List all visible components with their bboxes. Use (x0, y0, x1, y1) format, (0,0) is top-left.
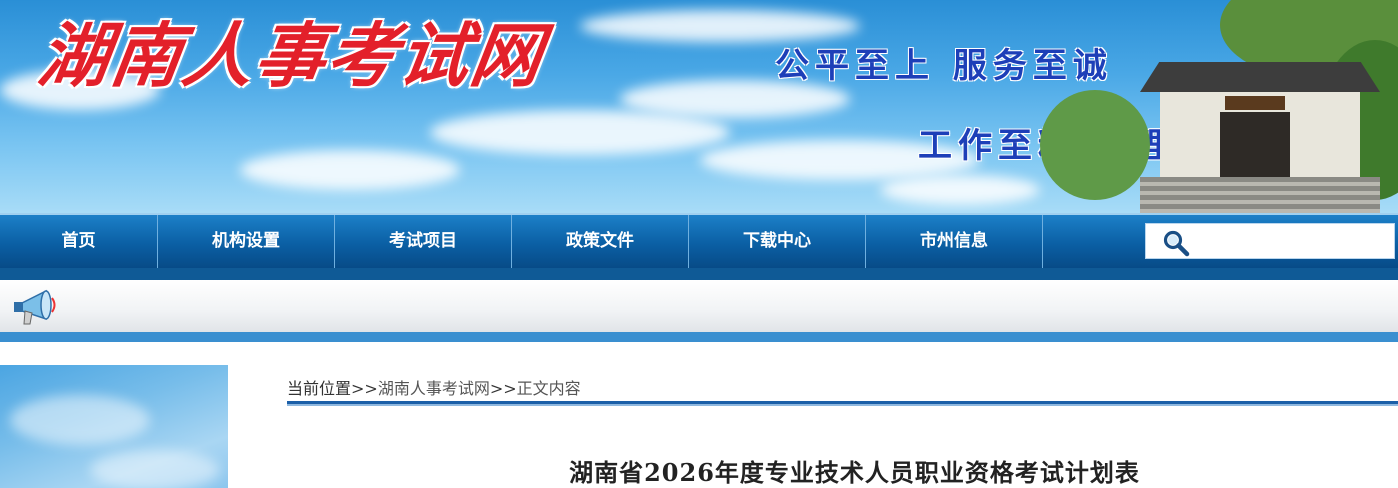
breadcrumb-current: 正文内容 (516, 379, 581, 398)
building-roof (1140, 62, 1380, 92)
notice-bar (0, 280, 1398, 332)
tree (1040, 90, 1150, 200)
search-icon[interactable] (1162, 229, 1190, 257)
nav-bottom-stripe (0, 268, 1398, 280)
building-gate (1220, 112, 1290, 177)
nav-item-policies[interactable]: 政策文件 (512, 215, 689, 268)
sidebar-image (0, 365, 228, 488)
cloud (10, 395, 150, 445)
building-illustration (1040, 0, 1398, 213)
divider-bar (0, 332, 1398, 342)
cloud (90, 450, 220, 488)
article-title: 湖南省2026年度专业技术人员职业资格考试计划表 (569, 458, 1140, 487)
megaphone-icon (14, 289, 56, 325)
breadcrumb-rule (287, 401, 1398, 406)
search-input[interactable] (1198, 226, 1392, 258)
breadcrumb-prefix: 当前位置 (287, 379, 352, 398)
nav-item-home[interactable]: 首页 (0, 215, 158, 268)
search-box (1145, 223, 1395, 259)
site-logo-title[interactable]: 湖南人事考试网 (33, 0, 551, 101)
cloud (240, 150, 460, 190)
building-plaque (1225, 96, 1285, 110)
nav-item-downloads[interactable]: 下载中心 (689, 215, 866, 268)
site-banner: 湖南人事考试网 公平至上 服务至诚 工作至精 管理至严 (0, 0, 1398, 213)
cloud (880, 175, 1040, 205)
nav-item-exams[interactable]: 考试项目 (335, 215, 512, 268)
breadcrumb: 当前位置>>湖南人事考试网>>正文内容 (287, 375, 581, 399)
breadcrumb-separator: >> (351, 379, 378, 398)
nav-item-city-info[interactable]: 市州信息 (866, 215, 1043, 268)
building-steps (1140, 177, 1380, 213)
breadcrumb-home-link[interactable]: 湖南人事考试网 (378, 379, 490, 398)
cloud (430, 110, 730, 155)
nav-item-organization[interactable]: 机构设置 (158, 215, 335, 268)
breadcrumb-separator: >> (489, 379, 517, 398)
main-nav: 首页 机构设置 考试项目 政策文件 下载中心 市州信息 (0, 213, 1398, 268)
